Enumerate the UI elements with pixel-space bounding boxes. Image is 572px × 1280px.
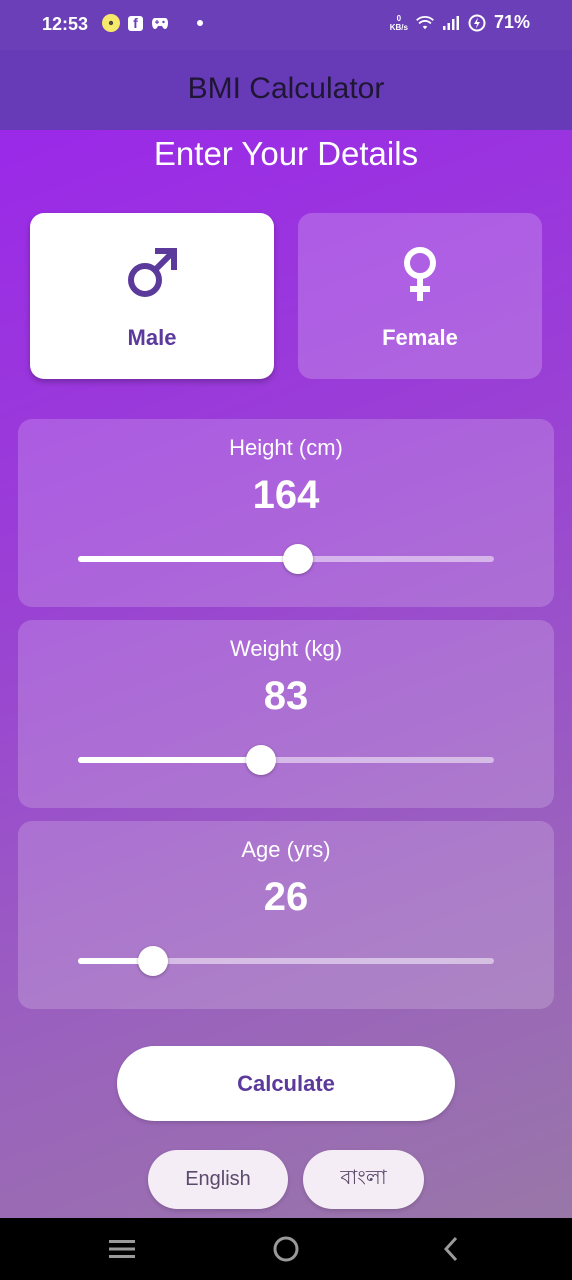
weight-slider-thumb[interactable] — [246, 745, 277, 775]
male-card[interactable]: Male — [30, 213, 274, 379]
page-heading: Enter Your Details — [153, 135, 419, 172]
age-value: 26 — [263, 875, 309, 919]
game-controller-icon — [151, 14, 169, 32]
weight-slider[interactable] — [78, 745, 494, 775]
signal-icon — [442, 14, 460, 32]
height-slider[interactable] — [78, 544, 494, 574]
weight-value: 83 — [263, 674, 309, 718]
male-label: Male — [127, 325, 177, 350]
battery-charging-icon — [468, 14, 486, 32]
app-title: BMI Calculator — [187, 72, 385, 105]
emoji-notification-icon: ☻ — [102, 14, 120, 32]
female-label: Female — [382, 325, 458, 350]
notification-icons: ☻ f — [102, 14, 203, 32]
dot-icon — [197, 20, 203, 26]
female-icon — [298, 243, 542, 303]
female-card[interactable]: Female — [298, 213, 542, 379]
weight-slider-fill — [78, 757, 262, 763]
height-value: 164 — [252, 473, 320, 517]
navigation-bar — [0, 1218, 572, 1280]
facebook-icon: f — [128, 15, 143, 31]
weight-label: Weight (kg) — [229, 636, 343, 661]
english-button[interactable]: English — [148, 1150, 288, 1209]
height-label: Height (cm) — [229, 435, 343, 460]
height-slider-thumb[interactable] — [283, 544, 314, 574]
background — [0, 0, 572, 1218]
bangla-button[interactable]: বাংলা — [303, 1150, 424, 1209]
status-time: 12:53 — [42, 14, 89, 34]
male-icon — [30, 243, 274, 303]
calculate-button[interactable]: Calculate — [117, 1046, 455, 1121]
app-bar: BMI Calculator — [0, 50, 572, 130]
home-icon[interactable] — [271, 1234, 301, 1264]
back-icon[interactable] — [436, 1234, 466, 1264]
weight-card: Weight (kg) 83 — [18, 620, 554, 808]
age-label: Age (yrs) — [241, 837, 331, 862]
status-bar: 12:53 ☻ f 0 KB/s 71% — [0, 0, 572, 50]
height-card: Height (cm) 164 — [18, 419, 554, 607]
menu-icon[interactable] — [107, 1234, 137, 1264]
network-speed: 0 KB/s — [389, 13, 408, 32]
wifi-icon — [416, 14, 434, 32]
battery-percent: 71% — [493, 12, 530, 32]
age-card: Age (yrs) 26 — [18, 821, 554, 1009]
system-icons: 0 KB/s 71% — [390, 12, 530, 33]
height-slider-fill — [78, 556, 299, 562]
age-slider[interactable] — [78, 946, 494, 976]
age-slider-thumb[interactable] — [137, 946, 168, 976]
